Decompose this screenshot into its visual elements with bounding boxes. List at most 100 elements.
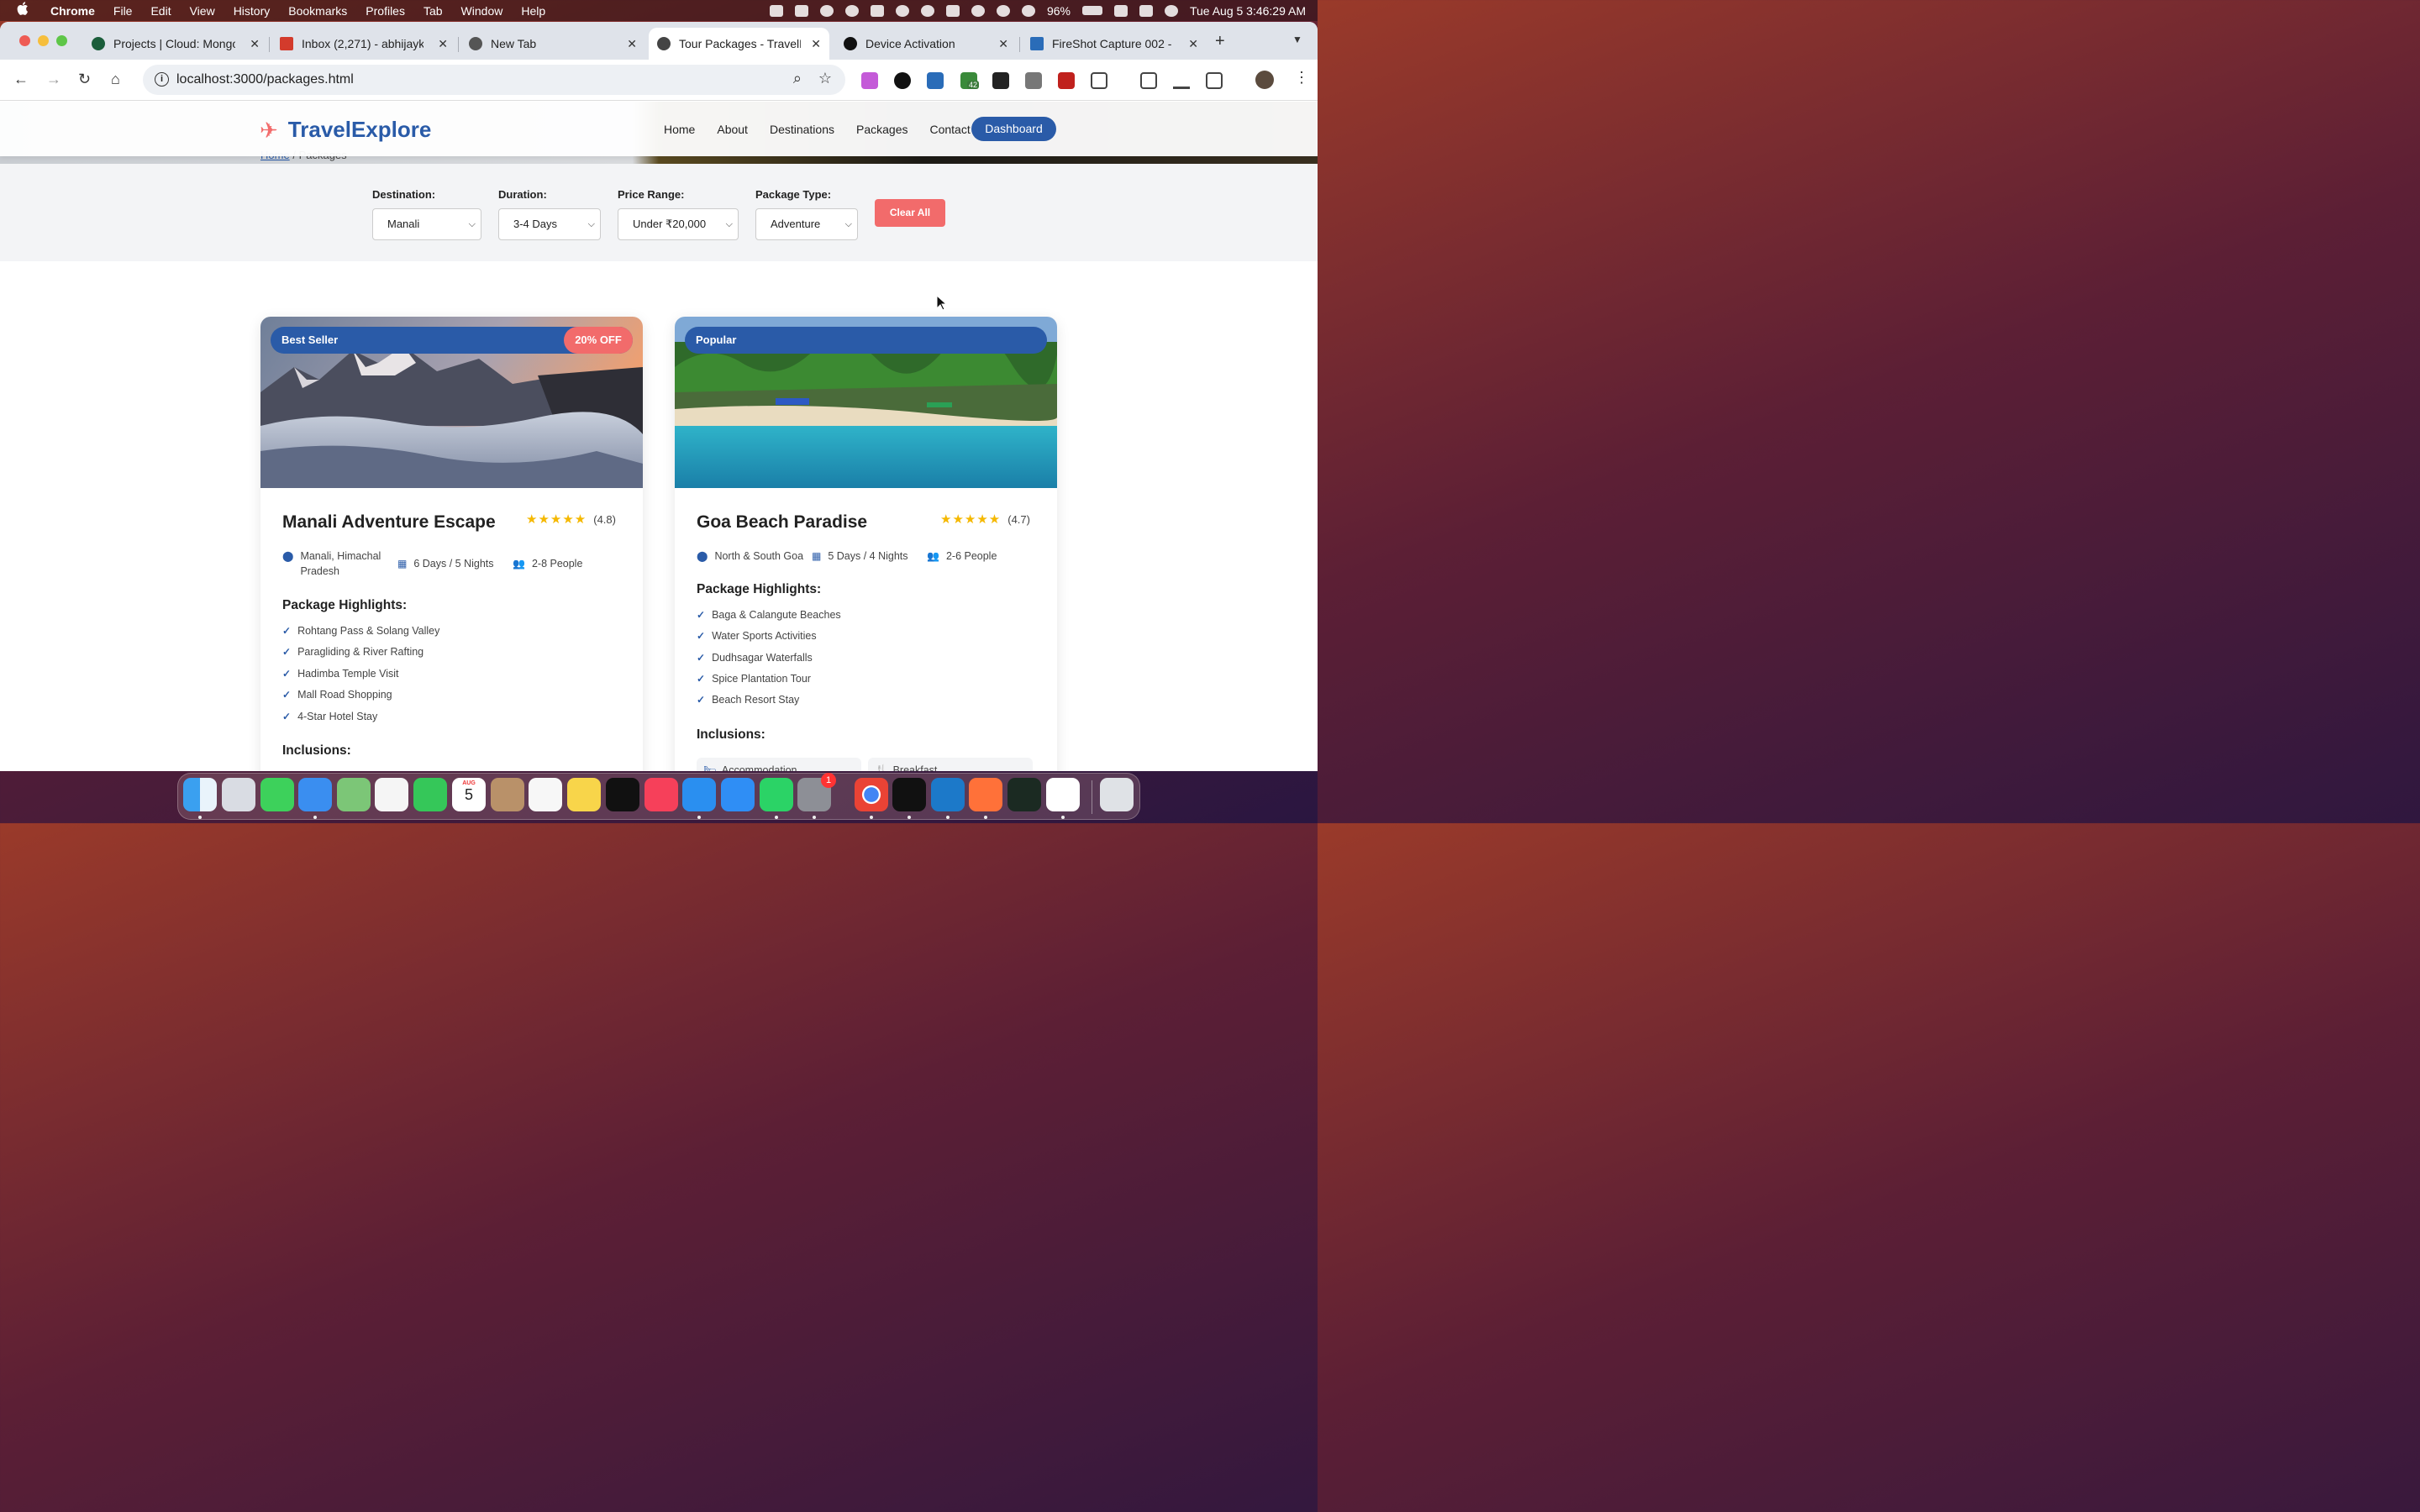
launchpad-icon[interactable] — [222, 778, 255, 811]
apple-menu-icon[interactable] — [17, 2, 32, 19]
close-tab-icon[interactable]: ✕ — [811, 37, 821, 51]
sync-icon[interactable] — [844, 4, 859, 17]
reminders-icon[interactable] — [529, 778, 562, 811]
menu-help[interactable]: Help — [521, 4, 545, 18]
accessibility-icon[interactable] — [920, 4, 934, 17]
minimize-window-button[interactable] — [38, 35, 49, 46]
apple-tv-icon[interactable] — [606, 778, 639, 811]
android-studio-icon[interactable] — [1007, 778, 1041, 811]
nav-destinations[interactable]: Destinations — [770, 123, 834, 136]
menu-edit[interactable]: Edit — [150, 4, 171, 18]
home-icon[interactable]: ⌂ — [111, 71, 120, 88]
contacts-icon[interactable] — [491, 778, 524, 811]
play-icon[interactable] — [1021, 4, 1035, 17]
finder-icon[interactable] — [183, 778, 217, 811]
moon-icon[interactable] — [895, 4, 909, 17]
menu-window[interactable]: Window — [461, 4, 503, 18]
app-status-icon[interactable] — [794, 4, 808, 17]
extension-color-icon[interactable] — [861, 72, 878, 89]
messages-icon[interactable] — [260, 778, 294, 811]
app-store-icon[interactable] — [721, 778, 755, 811]
reading-list-icon[interactable] — [1140, 72, 1157, 89]
tab-mongodb[interactable]: Projects | Cloud: Mongo ✕ — [83, 28, 268, 60]
whatsapp-icon[interactable] — [760, 778, 793, 811]
nav-home[interactable]: Home — [664, 123, 695, 136]
clear-all-button[interactable]: Clear All — [875, 199, 945, 227]
tab-new-tab[interactable]: New Tab ✕ — [460, 28, 645, 60]
download-icon[interactable] — [1173, 72, 1190, 89]
wifi-icon[interactable] — [1113, 4, 1128, 17]
close-tab-icon[interactable]: ✕ — [998, 37, 1008, 51]
destination-select[interactable]: Manali ⌵ — [372, 208, 481, 240]
nav-about[interactable]: About — [717, 123, 748, 136]
menu-file[interactable]: File — [113, 4, 133, 18]
tab-tour-packages[interactable]: Tour Packages - TravelE ✕ — [649, 28, 829, 60]
zoom-window-button[interactable] — [56, 35, 67, 46]
package-title[interactable]: Manali Adventure Escape — [282, 512, 496, 533]
brightness-icon[interactable] — [870, 4, 884, 17]
firefox-icon[interactable] — [969, 778, 1002, 811]
close-window-button[interactable] — [19, 35, 30, 46]
extensions-puzzle-icon[interactable] — [1091, 72, 1107, 89]
package-card[interactable]: Popular Goa Beach Paradise ★★★★★ (4.7) ⬤… — [675, 317, 1057, 771]
mail-icon[interactable] — [298, 778, 332, 811]
pdf-extension-icon[interactable] — [1058, 72, 1075, 89]
site-logo[interactable]: ✈ TravelExplore — [260, 117, 431, 143]
trash-icon[interactable] — [1100, 778, 1134, 811]
notes-icon[interactable] — [567, 778, 601, 811]
bluetooth-icon[interactable] — [945, 4, 960, 17]
url-text[interactable]: localhost:3000/packages.html — [176, 72, 354, 87]
close-tab-icon[interactable]: ✕ — [627, 37, 637, 51]
price-select[interactable]: Under ₹20,000 ⌵ — [618, 208, 739, 240]
zoom-icon[interactable]: ⌕ — [793, 70, 802, 87]
package-card[interactable]: Best Seller 20% OFF Manali Adventure Esc… — [260, 317, 643, 771]
layers-icon[interactable] — [769, 4, 783, 17]
battery-icon[interactable] — [1081, 6, 1102, 15]
safari-icon[interactable] — [682, 778, 716, 811]
nav-contact[interactable]: Contact — [929, 123, 970, 136]
menu-tab[interactable]: Tab — [424, 4, 443, 18]
menu-bookmarks[interactable]: Bookmarks — [288, 4, 347, 18]
menu-profiles[interactable]: Profiles — [366, 4, 405, 18]
package-type-select[interactable]: Adventure ⌵ — [755, 208, 858, 240]
control-center-icon[interactable] — [1139, 4, 1153, 17]
photos-icon[interactable] — [375, 778, 408, 811]
tab-fireshot[interactable]: FireShot Capture 002 - ✕ — [1022, 28, 1207, 60]
profile-avatar[interactable] — [1255, 71, 1274, 89]
menu-chrome[interactable]: Chrome — [50, 4, 95, 18]
dashboard-button[interactable]: Dashboard — [971, 117, 1056, 141]
new-tab-button[interactable]: + — [1215, 32, 1225, 51]
user-icon[interactable] — [996, 4, 1010, 17]
close-tab-icon[interactable]: ✕ — [250, 37, 260, 51]
screenshot-icon[interactable] — [1206, 72, 1223, 89]
bookmark-star-icon[interactable]: ☆ — [818, 70, 832, 87]
mongodb-compass-icon[interactable] — [1046, 778, 1080, 811]
fireshot-extension-icon[interactable] — [927, 72, 944, 89]
github-extension-icon[interactable] — [894, 72, 911, 89]
package-title[interactable]: Goa Beach Paradise — [697, 512, 867, 533]
site-info-icon[interactable]: i — [155, 72, 169, 87]
tab-gmail[interactable]: Inbox (2,271) - abhijayk ✕ — [271, 28, 456, 60]
vscode-icon[interactable] — [931, 778, 965, 811]
menu-view[interactable]: View — [190, 4, 215, 18]
airdrop-icon[interactable] — [971, 4, 985, 17]
extension-badge-icon[interactable]: 42 — [960, 72, 980, 89]
chrome-dock-icon[interactable] — [855, 778, 888, 811]
lighthouse-extension-icon[interactable] — [992, 72, 1009, 89]
close-tab-icon[interactable]: ✕ — [438, 37, 448, 51]
cloud-icon[interactable] — [819, 4, 834, 17]
music-icon[interactable] — [644, 778, 678, 811]
facetime-icon[interactable] — [413, 778, 447, 811]
tab-search-chevron-icon[interactable]: ▼ — [1292, 34, 1302, 45]
tab-device-activation[interactable]: Device Activation ✕ — [835, 28, 1017, 60]
menubar-clock[interactable]: Tue Aug 5 3:46:29 AM — [1190, 4, 1306, 18]
system-settings-icon[interactable]: 1 — [797, 773, 836, 811]
menu-history[interactable]: History — [234, 4, 271, 18]
calendar-icon[interactable]: AUG 5 — [452, 778, 486, 811]
address-bar[interactable]: i localhost:3000/packages.html ⌕ ☆ — [143, 65, 845, 95]
terminal-icon[interactable] — [892, 778, 926, 811]
forward-button[interactable]: → — [46, 71, 61, 88]
maps-icon[interactable] — [337, 778, 371, 811]
nav-packages[interactable]: Packages — [856, 123, 908, 136]
siri-icon[interactable] — [1164, 4, 1178, 17]
